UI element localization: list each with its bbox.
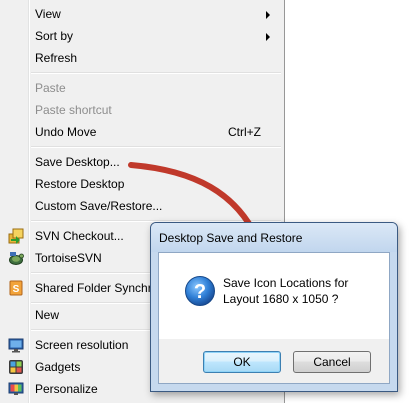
dialog-message: Save Icon Locations for Layout 1680 x 10…	[223, 275, 348, 307]
svg-text:?: ?	[194, 281, 206, 303]
cancel-button[interactable]: Cancel	[293, 351, 371, 373]
ok-button[interactable]: OK	[203, 351, 281, 373]
dialog-titlebar[interactable]: Desktop Save and Restore	[151, 223, 397, 252]
dialog-client-area: ? Save Icon Locations for Layout 1680 x …	[158, 252, 390, 384]
dialog-message-line-1: Save Icon Locations for	[223, 276, 349, 290]
dialog-message-line-2: Layout 1680 x 1050 ?	[223, 292, 339, 306]
dialog-message-area: ? Save Icon Locations for Layout 1680 x …	[159, 253, 389, 339]
dialog-title: Desktop Save and Restore	[159, 231, 303, 245]
save-restore-dialog: Desktop Save and Restore ? Save Icon Loc…	[150, 222, 398, 392]
question-icon: ?	[185, 276, 215, 306]
